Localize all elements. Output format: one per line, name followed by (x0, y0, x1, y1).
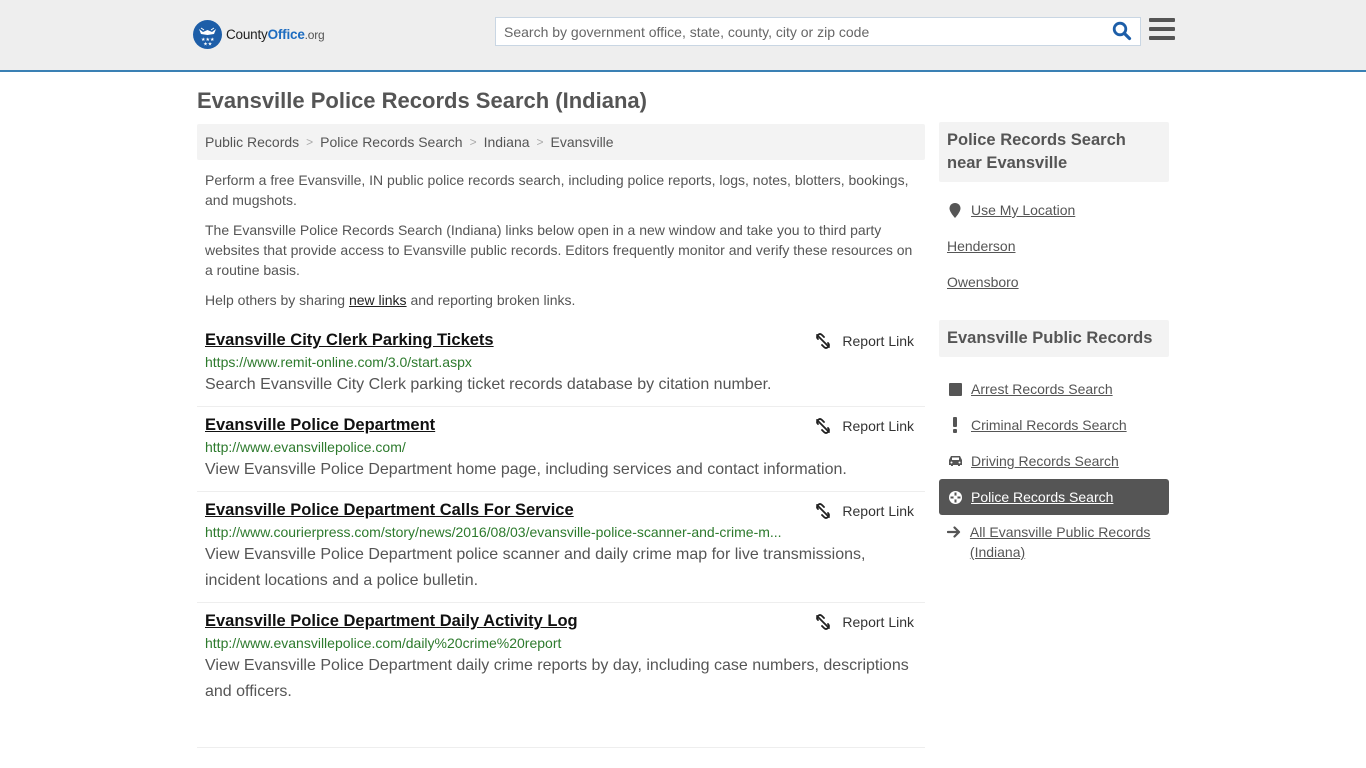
result-item: Evansville Police Department Calls For S… (197, 492, 925, 603)
broken-link-icon (816, 418, 831, 434)
breadcrumb-separator: > (536, 135, 544, 149)
menu-icon-bar (1149, 18, 1175, 22)
search-button[interactable] (1112, 21, 1134, 43)
result-title-link[interactable]: Evansville Police Department Daily Activ… (205, 610, 578, 632)
breadcrumb-separator: > (469, 135, 477, 149)
page-title: Evansville Police Records Search (Indian… (197, 88, 647, 113)
results-list: Evansville City Clerk Parking Tickets ht… (197, 322, 925, 748)
exclamation-icon (947, 417, 963, 433)
public-records-block: Evansville Public Records Arrest Records… (939, 320, 1169, 569)
intro-paragraph: Help others by sharing new links and rep… (205, 292, 576, 308)
result-title-link[interactable]: Evansville Police Department (205, 414, 435, 436)
site-logo[interactable]: ★ ★ ★ ★ ★ CountyOffice.org (193, 20, 325, 49)
sidebar-item-criminal-records[interactable]: Criminal Records Search (939, 407, 1169, 443)
result-item: Evansville City Clerk Parking Tickets ht… (197, 322, 925, 407)
sidebar-item-all-public-records[interactable]: All Evansville Public Records (Indiana) (939, 515, 1169, 569)
result-url: http://www.evansvillepolice.com/ (205, 439, 406, 455)
search-icon (1112, 21, 1132, 41)
map-marker-icon (947, 202, 963, 218)
report-link-button[interactable]: Report Link (815, 418, 914, 434)
search-input[interactable] (496, 18, 1096, 45)
new-links-link[interactable]: new links (349, 292, 407, 308)
result-description: Search Evansville City Clerk parking tic… (205, 376, 772, 393)
svg-text:★: ★ (208, 42, 213, 48)
breadcrumb-indiana[interactable]: Indiana (484, 134, 530, 150)
result-title-link[interactable]: Evansville City Clerk Parking Tickets (205, 329, 494, 351)
report-link-button[interactable]: Report Link (815, 333, 914, 349)
intro-paragraph: The Evansville Police Records Search (In… (205, 222, 913, 278)
nearby-list: Use My Location Henderson Owensboro (939, 192, 1169, 300)
menu-icon-bar (1149, 27, 1175, 31)
result-title-link[interactable]: Evansville Police Department Calls For S… (205, 499, 574, 521)
hamburger-menu-button[interactable] (1149, 18, 1175, 42)
sidebar-item-arrest-records[interactable]: Arrest Records Search (939, 371, 1169, 407)
menu-icon-bar (1149, 36, 1175, 40)
nearby-heading: Police Records Search near Evansville (939, 122, 1169, 182)
result-item: Evansville Police Department Daily Activ… (197, 603, 925, 748)
search-box (495, 17, 1141, 46)
sidebar-item-henderson[interactable]: Henderson (939, 228, 1169, 264)
public-records-heading: Evansville Public Records (939, 320, 1169, 357)
sidebar-item-owensboro[interactable]: Owensboro (939, 264, 1169, 300)
breadcrumb-police-records-search[interactable]: Police Records Search (320, 134, 462, 150)
sidebar: Police Records Search near Evansville Us… (939, 122, 1169, 569)
arrow-right-icon (947, 524, 962, 540)
result-description: View Evansville Police Department police… (205, 546, 866, 589)
result-description: View Evansville Police Department home p… (205, 461, 847, 478)
sidebar-item-police-records[interactable]: Police Records Search (939, 479, 1169, 515)
car-icon (947, 453, 963, 469)
square-icon (947, 381, 963, 397)
sidebar-item-use-my-location[interactable]: Use My Location (939, 192, 1169, 228)
broken-link-icon (816, 614, 831, 630)
result-url: http://www.evansvillepolice.com/daily%20… (205, 635, 562, 651)
intro-paragraph: Perform a free Evansville, IN public pol… (205, 172, 909, 208)
result-url: https://www.remit-online.com/3.0/start.a… (205, 354, 472, 370)
result-item: Evansville Police Department http://www.… (197, 407, 925, 492)
intro: Perform a free Evansville, IN public pol… (197, 170, 925, 310)
logo-text: CountyOffice.org (226, 27, 325, 42)
breadcrumb: Public Records > Police Records Search >… (197, 124, 925, 160)
main-content: Public Records > Police Records Search >… (197, 124, 925, 748)
breadcrumb-public-records[interactable]: Public Records (205, 134, 299, 150)
result-url: http://www.courierpress.com/story/news/2… (205, 524, 782, 540)
report-link-button[interactable]: Report Link (815, 503, 914, 519)
result-description: View Evansville Police Department daily … (205, 657, 909, 700)
report-link-button[interactable]: Report Link (815, 614, 914, 630)
broken-link-icon (816, 333, 831, 349)
breadcrumb-evansville[interactable]: Evansville (551, 134, 614, 150)
sidebar-item-driving-records[interactable]: Driving Records Search (939, 443, 1169, 479)
site-header: ★ ★ ★ ★ ★ CountyOffice.org (0, 0, 1366, 72)
crosshair-icon (947, 489, 963, 505)
eagle-stars-icon: ★ ★ ★ ★ ★ (193, 20, 222, 49)
breadcrumb-separator: > (306, 135, 314, 149)
public-records-list: Arrest Records Search Criminal Records S… (939, 371, 1169, 569)
broken-link-icon (816, 503, 831, 519)
